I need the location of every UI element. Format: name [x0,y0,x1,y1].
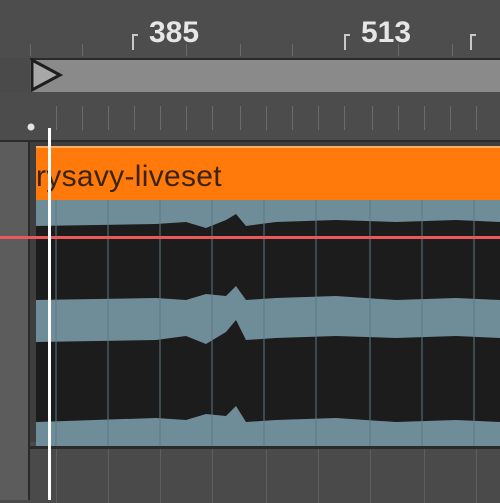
automation-line[interactable] [0,236,500,239]
beat-tick [476,106,477,130]
ruler-bar-label: 385 [149,16,200,49]
ruler-tick [132,34,138,50]
ruler-minor-tick [452,44,453,56]
bar-ruler[interactable]: 385 513 [0,0,500,58]
beat-tick [186,106,187,130]
beat-tick [450,106,451,130]
grid-line [266,449,267,503]
grid-line [370,449,371,503]
beat-tick [212,106,213,130]
beat-tick [292,106,293,130]
beat-tick [398,106,399,130]
grid-line [212,449,213,503]
loop-start-handle-icon[interactable] [26,122,36,132]
beat-tick [318,106,319,130]
grid-line [424,449,425,503]
ruler-minor-tick [186,44,187,56]
audio-clip[interactable]: rysavy-liveset [36,146,500,446]
beat-tick [82,106,83,130]
beat-tick [160,106,161,130]
beat-tick [240,106,241,130]
loop-scrub-bar[interactable] [30,58,500,94]
ruler-minor-tick [398,44,399,56]
empty-lane[interactable] [30,446,500,503]
beat-tick [56,106,57,130]
grid-line [318,449,319,503]
grid-line [476,449,477,503]
beat-time-ruler[interactable] [0,92,500,143]
ruler-minor-tick [82,44,83,56]
ruler-bar-label: 513 [361,16,412,49]
grid-line [160,449,161,503]
ruler-minor-tick [292,44,293,56]
ruler-tick [344,34,350,50]
beat-tick [344,106,345,130]
beat-tick [134,106,135,130]
clip-name: rysavy-liveset [36,160,222,193]
beat-tick [372,106,373,130]
beat-tick [424,106,425,130]
clip-title-bar[interactable]: rysavy-liveset [36,146,500,202]
beat-tick [108,106,109,130]
grid-line [108,449,109,503]
ruler-minor-tick [30,44,31,56]
start-marker-icon[interactable] [30,58,64,92]
track-header-edge [0,142,30,500]
playhead[interactable] [48,128,51,500]
beat-tick [266,106,267,130]
ruler-tick [470,34,476,50]
grid-line [56,449,57,503]
ruler-minor-tick [240,44,241,56]
